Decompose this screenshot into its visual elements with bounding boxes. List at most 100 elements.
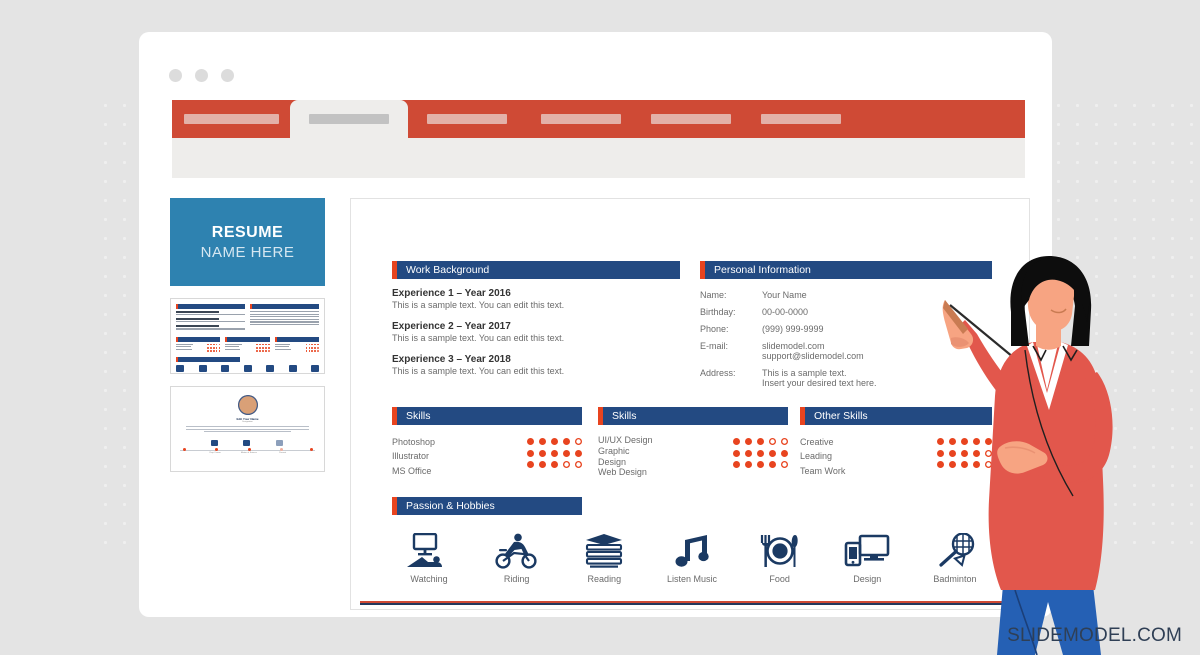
- hobby-item-listen-music[interactable]: Listen Music: [655, 529, 729, 584]
- skills-middle-header: Skills: [598, 407, 788, 425]
- rating-dot-filled: [781, 449, 788, 457]
- rating-dot-filled: [745, 449, 752, 457]
- table-row: Address: This is a sample text. Insert y…: [700, 368, 877, 395]
- skill-label: Creative: [800, 437, 834, 447]
- rating-dot-empty: [781, 438, 788, 445]
- skill-rating: [733, 461, 788, 468]
- skill-label: Web Design: [598, 467, 647, 478]
- passion-hobbies-title: Passion & Hobbies: [406, 500, 495, 512]
- hobby-item-reading[interactable]: Reading: [567, 529, 641, 584]
- rating-dot-filled: [527, 438, 534, 445]
- hobby-item-riding[interactable]: Riding: [480, 529, 554, 584]
- skill-rating: [733, 449, 788, 457]
- rating-dot-filled: [551, 461, 558, 468]
- hobby-label: Watching: [410, 574, 448, 584]
- thumbnail-designation: Designation: [242, 421, 253, 423]
- table-row: Name: Your Name: [700, 290, 877, 307]
- section-skills-middle: Skills UI/UX Design Graphic Design Web D…: [598, 407, 788, 478]
- tab-3-placeholder: [427, 114, 507, 124]
- skills-middle-title: Skills: [612, 410, 637, 422]
- rating-dot-filled: [539, 449, 546, 457]
- skill-label: Graphic: [598, 445, 630, 456]
- tv-lounge-icon: [392, 529, 466, 569]
- field-value-address: This is a sample text. Insert your desir…: [762, 368, 877, 388]
- rating-dot-filled: [769, 449, 776, 457]
- field-value-phone: (999) 999-9999: [762, 324, 824, 334]
- thumbnail-paragraph: [186, 426, 309, 433]
- hobby-item-watching[interactable]: Watching: [392, 529, 466, 584]
- window-minimize-dot[interactable]: [195, 69, 208, 82]
- field-value-birthday: 00-00-0000: [762, 307, 809, 317]
- slidemodel-watermark: SLIDEMODEL.COM: [1007, 625, 1182, 646]
- rating-dot-filled: [757, 449, 764, 457]
- field-value-email: slidemodel.com support@slidemodel.com: [762, 341, 864, 361]
- hobby-label: Listen Music: [666, 574, 717, 584]
- hobby-item-food[interactable]: Food: [743, 529, 817, 584]
- thumbnail-resume-preview: [176, 304, 319, 373]
- experience-1-heading: Experience 1 – Year 2016: [392, 288, 511, 299]
- rating-dot-filled: [745, 461, 752, 468]
- skill-rating: [733, 438, 788, 445]
- window-close-dot[interactable]: [169, 69, 182, 82]
- skills-left-ratings: [527, 435, 582, 478]
- hobby-label: Reading: [587, 574, 622, 584]
- tab-2-placeholder: [309, 114, 389, 124]
- experience-2-text: This is a sample text. You can edit this…: [392, 333, 565, 344]
- skills-left-header: Skills: [392, 407, 582, 425]
- skill-label: UI/UX Design: [598, 435, 653, 445]
- section-skills-left: Skills Photoshop Illustrator MS Office: [392, 407, 582, 478]
- section-passion-hobbies: Passion & Hobbies: [392, 497, 582, 515]
- passion-hobbies-header: Passion & Hobbies: [392, 497, 582, 515]
- thumbnail-title-slide[interactable]: RESUME NAME HERE: [170, 198, 325, 286]
- experience-3-text: This is a sample text. You can edit this…: [392, 366, 565, 377]
- hobby-label: Food: [769, 574, 790, 584]
- thumbnail-timeline-slide[interactable]: Edit Your Name Designation Prep Course M…: [170, 386, 325, 472]
- book-stack-icon: [567, 529, 641, 569]
- section-work-background: Work Background Experience 1 – Year 2016…: [392, 261, 680, 378]
- experience-item: Experience 1 – Year 2016 This is a sampl…: [392, 288, 680, 312]
- rating-dot-filled: [551, 449, 558, 457]
- tab-1-placeholder: [183, 114, 279, 124]
- hobby-item-design[interactable]: Design: [830, 529, 904, 584]
- field-label-name: Name:: [700, 290, 727, 300]
- field-value-name: Your Name: [762, 290, 807, 300]
- rating-dot-filled: [757, 461, 764, 468]
- experience-1-text: This is a sample text. You can edit this…: [392, 300, 565, 310]
- skill-label: Illustrator: [392, 451, 430, 462]
- thumbnail-resume-slide[interactable]: [170, 298, 325, 374]
- personal-information-table: Name: Your Name Birthday: 00-00-0000 Pho…: [700, 290, 877, 395]
- thumbnail-milestone-1: Prep Course: [209, 452, 221, 455]
- rating-dot-filled: [733, 449, 740, 457]
- tab-2-active[interactable]: [290, 100, 408, 138]
- skill-label: Leading: [800, 451, 833, 462]
- window-traffic-lights: [169, 69, 234, 82]
- rating-dot-filled: [539, 438, 546, 445]
- rating-dot-empty: [575, 461, 582, 468]
- field-label-address: Address:: [700, 368, 736, 378]
- other-skills-title: Other Skills: [814, 410, 868, 422]
- experience-item: Experience 3 – Year 2018 This is a sampl…: [392, 354, 680, 378]
- thumbnail-milestone-2: Master of Science: [240, 452, 257, 455]
- tab-4[interactable]: [526, 100, 636, 138]
- tab-6-placeholder: [761, 114, 841, 124]
- thumbnail-avatar-icon: [237, 395, 258, 415]
- window-maximize-dot[interactable]: [221, 69, 234, 82]
- field-label-phone: Phone:: [700, 324, 729, 334]
- experience-item: Experience 2 – Year 2017 This is a sampl…: [392, 321, 680, 345]
- rating-dot-empty: [575, 438, 582, 445]
- rating-dot-empty: [781, 461, 788, 468]
- music-note-icon: [655, 529, 729, 569]
- thumbnail-milestone-3: Present: [279, 452, 287, 455]
- presenter-illustration: [905, 250, 1200, 655]
- table-row: E-mail: slidemodel.com support@slidemode…: [700, 341, 877, 368]
- rating-dot-empty: [563, 461, 570, 468]
- tab-1[interactable]: [172, 100, 290, 138]
- passion-hobbies-items: Watching Riding Reading Listen Music Foo…: [392, 529, 992, 584]
- tab-5[interactable]: [636, 100, 746, 138]
- rating-dot-empty: [769, 438, 776, 445]
- experience-2-heading: Experience 2 – Year 2017: [392, 321, 511, 333]
- tab-6[interactable]: [746, 100, 856, 138]
- tab-3[interactable]: [408, 100, 526, 138]
- thumbnail-timeline-preview: Edit Your Name Designation Prep Course M…: [176, 395, 319, 469]
- browser-toolbar: [172, 138, 1025, 178]
